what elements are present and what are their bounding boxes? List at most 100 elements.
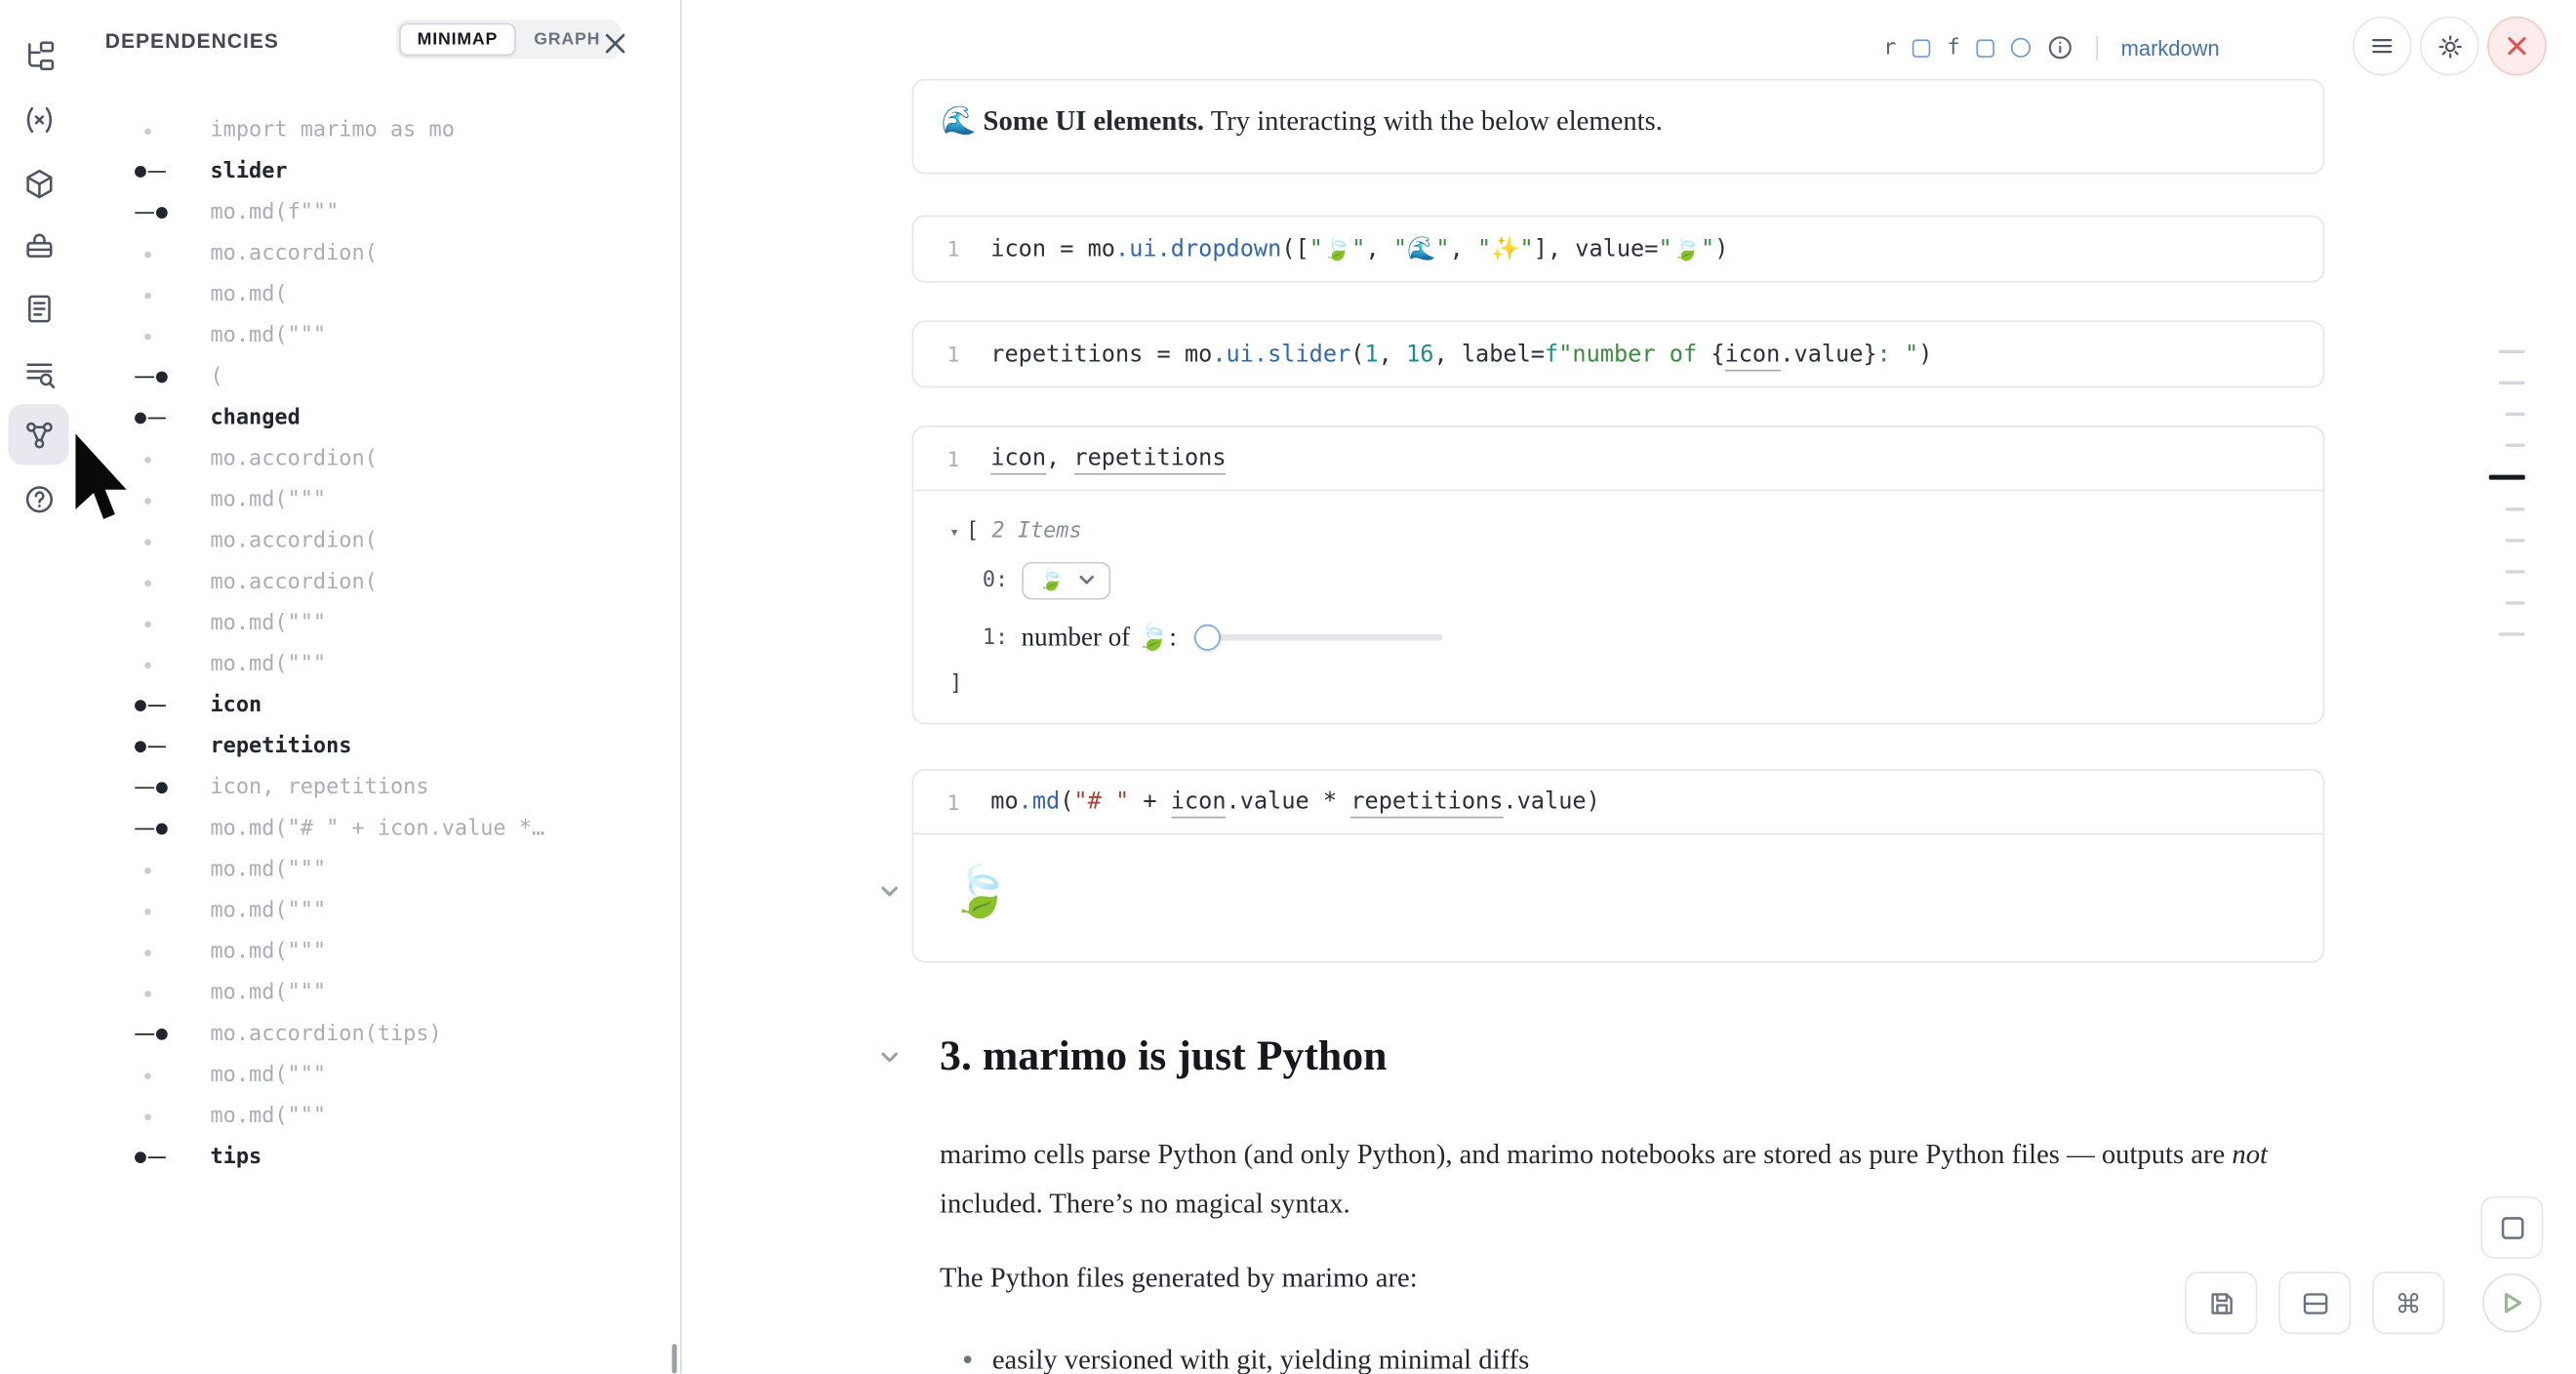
radio-circle-icon[interactable] [2011,38,2031,58]
settings-button[interactable] [2420,17,2479,76]
scroll-minimap-line[interactable] [2506,570,2525,573]
minimap-item[interactable]: mo.md("# " + icon.value *… [77,808,678,849]
items-count: 2 Items [991,519,1081,544]
toolbox-icon [22,229,56,263]
checkbox-icon[interactable] [1912,39,1931,58]
layout-select-button[interactable] [2278,1272,2351,1334]
chevron-down-icon[interactable]: ▾ [949,524,959,543]
tree-item-1: 1: number of 🍃: [983,616,2323,659]
paragraph-1: marimo cells parse Python (and only Pyth… [940,1130,2274,1229]
save-button[interactable] [2185,1272,2257,1334]
code-cell-slider[interactable]: 1 repetitions = mo.ui.slider(1, 16, labe… [911,320,2324,387]
file-tree-button[interactable] [8,24,68,85]
scroll-minimap-line-active[interactable] [2489,475,2525,480]
minimap-item[interactable]: mo.accordion( [77,521,678,562]
minimap-cell-list: import marimo as mo slider mo.md(f""" mo… [77,110,678,1178]
help-button[interactable] [8,468,68,529]
minimap-item[interactable]: mo.md(""" [77,603,678,644]
minimap-item[interactable]: import marimo as mo [77,110,678,151]
toolbox-button[interactable] [8,216,68,276]
scroll-minimap-line[interactable] [2499,632,2525,635]
snippets-button[interactable] [8,89,68,149]
packages-button[interactable] [8,153,68,214]
dropdown-select[interactable]: 🍃 [1022,561,1110,599]
minimap-item[interactable]: changed [77,397,678,438]
markdown-language-badge[interactable]: markdown [2121,35,2220,60]
cell-collapse-chevron[interactable] [879,880,903,904]
emoji-output: 🍃 [913,834,2323,928]
logs-button[interactable] [8,342,68,402]
menu-icon [2369,33,2395,60]
fullscreen-button[interactable] [2480,1196,2543,1259]
chevron-down-icon [879,1046,901,1068]
minimap-item[interactable]: mo.md(""" [77,973,678,1014]
slider-thumb[interactable] [1194,624,1221,650]
help-icon [22,482,56,515]
minimap-item[interactable]: mo.md(""" [77,932,678,973]
wave-emoji: 🌊 [942,105,984,137]
dependencies-button[interactable] [8,404,68,465]
minimap-item[interactable]: mo.md(""" [77,315,678,356]
info-icon[interactable] [2047,34,2073,61]
checkbox-icon[interactable] [1977,39,1995,58]
scroll-minimap-line[interactable] [2499,382,2525,384]
minimap-item[interactable]: icon [77,685,678,726]
markdown-output-card: 🌊 Some UI elements. Try interacting with… [911,79,2324,175]
minimap-item[interactable]: mo.md(""" [77,1096,678,1137]
scroll-minimap-line[interactable] [2506,539,2525,542]
incoming-edge-icon [132,369,175,385]
minimap-item[interactable]: icon, repetitions [77,767,678,808]
tab-minimap[interactable]: MINIMAP [399,23,516,57]
scratchpad-icon [22,292,56,325]
minimap-item[interactable]: tips [77,1137,678,1178]
scratchpad-button[interactable] [8,278,68,339]
panel-scrollbar-thumb[interactable] [672,1344,677,1373]
minimap-item[interactable]: mo.md(""" [77,480,678,521]
slider-track[interactable] [1193,634,1443,641]
tree-root-row[interactable]: ▾[ 2 Items [949,519,2323,544]
minimap-item[interactable]: mo.md(""" [77,891,678,932]
code-cell-dropdown[interactable]: 1 icon = mo.ui.dropdown(["🍃", "🌊", "✨"],… [911,216,2324,283]
chevron-down-icon [1079,575,1094,585]
scroll-minimap-line[interactable] [2499,350,2525,353]
line-number: 1 [913,446,959,470]
minimap-item[interactable]: mo.md(""" [77,644,678,685]
panel-close-button[interactable] [598,26,631,60]
gear-icon [2435,32,2464,61]
cell-dot-icon [132,287,175,303]
minimap-item[interactable]: mo.md(f""" [77,192,678,233]
scroll-minimap-line[interactable] [2506,444,2525,447]
cell-dot-icon [132,862,175,878]
minimap-item[interactable]: mo.accordion( [77,439,678,480]
minimap-item[interactable]: mo.accordion(tips) [77,1014,678,1055]
section-collapse-chevron[interactable] [879,1046,903,1070]
scroll-minimap-line[interactable] [2506,601,2525,604]
package-box-icon [22,167,56,200]
run-button[interactable] [2482,1273,2542,1333]
scroll-minimap [2489,350,2525,636]
minimap-item[interactable]: mo.accordion( [77,233,678,274]
marimo-app: DEPENDENCIES MINIMAP GRAPH import marimo… [0,0,2576,1374]
scroll-minimap-line[interactable] [2506,507,2525,510]
minimap-item[interactable]: slider [77,151,678,192]
dependencies-panel: DEPENDENCIES MINIMAP GRAPH import marimo… [77,0,682,1374]
minimap-item[interactable]: mo.accordion( [77,562,678,603]
notebook-menu-button[interactable] [2353,17,2412,76]
code-cell-markdown-expr[interactable]: 1 mo.md("# " + icon.value * repetitions.… [911,769,2324,963]
scroll-minimap-line[interactable] [2506,413,2525,416]
minimap-item[interactable]: mo.md( [77,274,678,315]
markdown-editor-clipped[interactable]: 1 🌊 **Some UI elements.** Try interactin… [911,0,2324,15]
dropdown-value: 🍃 [1038,568,1065,592]
outgoing-edge-icon [132,698,175,714]
minimap-item[interactable]: mo.md(""" [77,1055,678,1096]
minimap-item[interactable]: repetitions [77,726,678,767]
minimap-item[interactable]: ( [77,356,678,397]
icon-rail [0,0,77,1374]
shutdown-button[interactable] [2487,17,2547,76]
close-icon [604,32,625,54]
minimap-item[interactable]: mo.md(""" [77,849,678,890]
outgoing-edge-icon [132,410,175,426]
outgoing-edge-icon [132,164,175,181]
keyboard-shortcuts-button[interactable]: ⌘ [2372,1272,2444,1334]
code-cell-tuple[interactable]: 1 icon, repetitions ▾[ 2 Items 0: 🍃 1: n… [911,425,2324,724]
